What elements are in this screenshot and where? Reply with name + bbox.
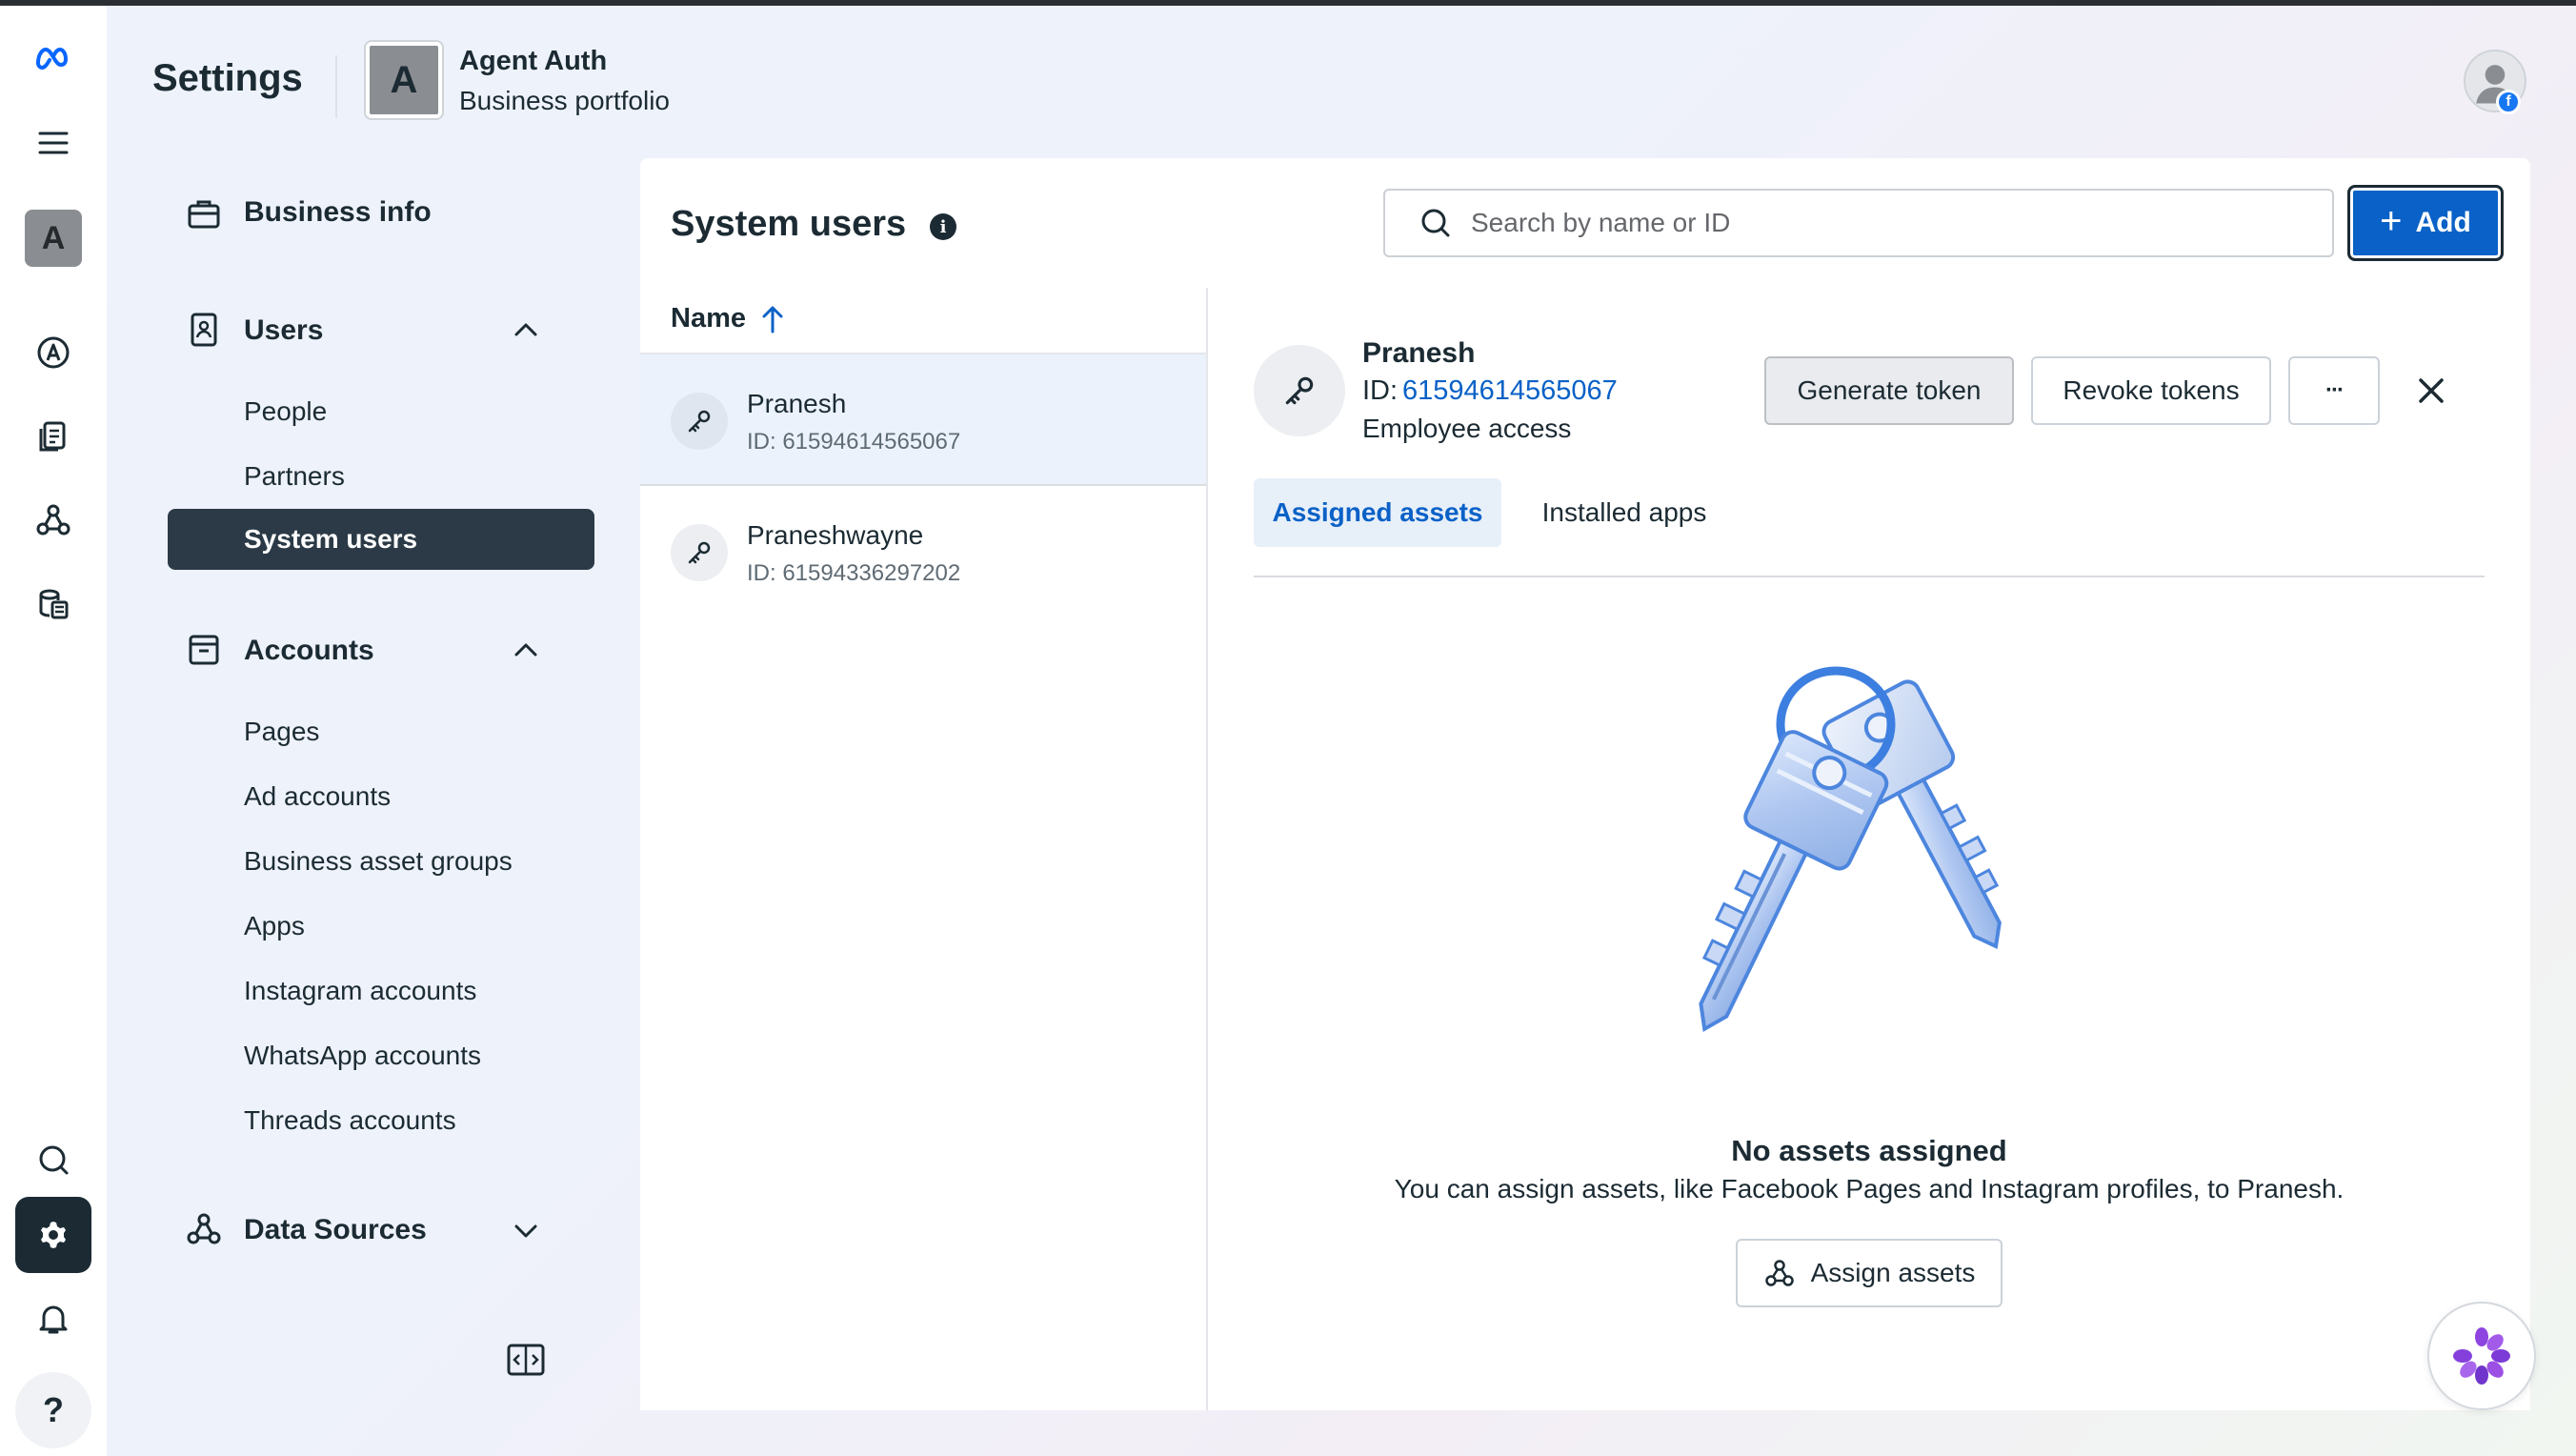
keys-illustration <box>1660 657 2069 1067</box>
generate-token-button[interactable]: Generate token <box>1764 356 2014 425</box>
nav-threads-accounts[interactable]: Threads accounts <box>244 1105 456 1136</box>
billing-icon[interactable] <box>15 566 91 642</box>
chevron-up-icon[interactable] <box>509 313 543 347</box>
facebook-badge-icon: f <box>2496 90 2521 114</box>
key-icon <box>671 524 728 581</box>
search-icon[interactable] <box>15 1122 91 1199</box>
nav-ad-accounts[interactable]: Ad accounts <box>244 781 391 812</box>
pane-divider <box>1206 288 1208 1410</box>
ai-assistant-icon[interactable] <box>2427 1302 2536 1410</box>
page-title: Settings <box>152 57 303 99</box>
selected-user-name: Pranesh <box>1362 337 1476 369</box>
notifications-bell-icon[interactable] <box>15 1281 91 1357</box>
chevron-up-icon[interactable] <box>509 633 543 667</box>
tab-assigned-assets[interactable]: Assigned assets <box>1254 478 1501 547</box>
nav-system-users-label: System users <box>244 524 418 554</box>
column-header-name[interactable]: Name <box>671 303 746 334</box>
more-options-button[interactable]: ··· <box>2288 356 2380 425</box>
system-user-name: Praneshwayne <box>747 520 924 550</box>
nav-whatsapp-accounts[interactable]: WhatsApp accounts <box>244 1041 481 1071</box>
empty-state-title: No assets assigned <box>1731 1134 2007 1167</box>
portfolio-type: Business portfolio <box>459 86 671 115</box>
info-icon[interactable]: i <box>930 213 956 240</box>
settings-gear-icon[interactable] <box>15 1197 91 1273</box>
search-field[interactable] <box>1383 189 2334 257</box>
panel-title: System users <box>671 204 907 244</box>
assets-network-icon <box>1764 1260 1794 1286</box>
nav-users[interactable]: Users <box>244 314 323 347</box>
search-input[interactable] <box>1471 208 2290 238</box>
nav-instagram-accounts[interactable]: Instagram accounts <box>244 976 476 1006</box>
portfolio-avatar-small[interactable]: A <box>25 210 82 267</box>
chevron-down-icon[interactable] <box>509 1214 543 1248</box>
key-icon <box>671 393 728 450</box>
revoke-tokens-button[interactable]: Revoke tokens <box>2031 356 2271 425</box>
tab-divider <box>1254 576 2485 577</box>
meta-logo-icon[interactable] <box>15 19 91 95</box>
add-button-label: Add <box>2415 207 2471 238</box>
search-icon <box>1421 209 1450 237</box>
data-sources-icon <box>185 1210 223 1248</box>
system-user-row[interactable]: Pranesh ID: 61594614565067 <box>640 354 1206 484</box>
system-users-panel <box>640 158 2530 1410</box>
top-border <box>0 0 2576 6</box>
assign-assets-button[interactable]: Assign assets <box>1736 1239 2002 1307</box>
selected-user-id-link[interactable]: 61594614565067 <box>1402 375 1618 407</box>
nav-partners[interactable]: Partners <box>244 461 345 492</box>
header-divider <box>335 55 337 118</box>
sort-ascending-icon[interactable] <box>758 303 787 335</box>
system-user-row[interactable]: Praneshwayne ID: 61594336297202 <box>640 486 1206 616</box>
add-button[interactable]: + Add <box>2347 185 2504 261</box>
close-icon[interactable] <box>2410 370 2452 412</box>
menu-icon[interactable] <box>15 105 91 181</box>
help-button[interactable]: ? <box>15 1372 91 1448</box>
key-icon <box>1254 345 1345 436</box>
nav-apps[interactable]: Apps <box>244 911 305 941</box>
documents-icon[interactable] <box>15 398 91 475</box>
portfolio-name[interactable]: Agent Auth <box>459 46 607 77</box>
collapse-sidebar-icon[interactable] <box>507 1344 545 1376</box>
system-user-id: ID: 61594614565067 <box>747 429 961 455</box>
nav-business-info[interactable]: Business info <box>244 196 432 229</box>
network-icon[interactable] <box>15 482 91 558</box>
ads-manager-icon[interactable] <box>15 314 91 391</box>
nav-people[interactable]: People <box>244 396 327 427</box>
app-rail: A ? <box>0 6 107 1456</box>
selected-user-access: Employee access <box>1362 414 1572 443</box>
system-user-id: ID: 61594336297202 <box>747 560 961 586</box>
assign-assets-label: Assign assets <box>1810 1258 1976 1287</box>
archive-box-icon <box>185 631 223 669</box>
plus-icon: + <box>2380 200 2403 242</box>
selected-user-id-label: ID: <box>1362 375 1399 406</box>
empty-state-description: You can assign assets, like Facebook Pag… <box>1394 1174 2345 1203</box>
system-user-name: Pranesh <box>747 389 847 418</box>
nav-accounts[interactable]: Accounts <box>244 635 374 667</box>
nav-pages[interactable]: Pages <box>244 717 319 747</box>
user-badge-icon <box>185 311 223 349</box>
tab-installed-apps[interactable]: Installed apps <box>1517 478 1732 547</box>
nav-business-asset-groups[interactable]: Business asset groups <box>244 846 513 877</box>
portfolio-avatar[interactable]: A <box>366 42 442 118</box>
briefcase-icon <box>185 194 223 233</box>
nav-data-sources[interactable]: Data Sources <box>244 1214 427 1246</box>
